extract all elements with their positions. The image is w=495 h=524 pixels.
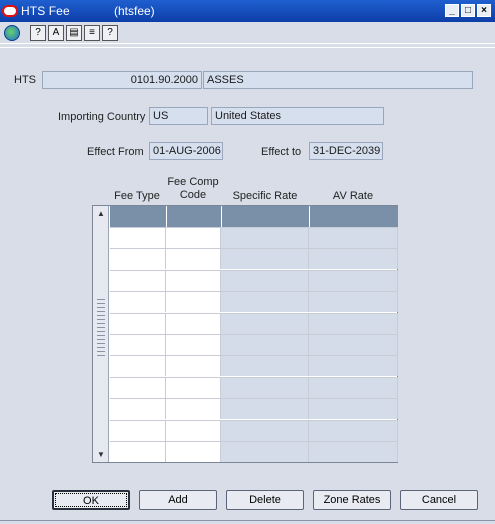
delete-button[interactable]: Delete — [226, 490, 304, 510]
fee-comp-code-cell[interactable] — [166, 270, 221, 291]
hts-description-field[interactable]: ASSES — [203, 71, 473, 89]
column-header-fee-comp-code: Fee Comp Code — [167, 176, 219, 201]
fee-type-cell[interactable] — [110, 313, 166, 334]
table-row[interactable] — [110, 441, 398, 462]
help-icon[interactable]: ? — [30, 25, 46, 41]
effect-from-field[interactable]: 01-AUG-2006 — [149, 142, 223, 160]
table-row[interactable] — [110, 355, 398, 377]
specific-rate-cell[interactable] — [221, 399, 309, 420]
effect-to-field[interactable]: 31-DEC-2039 — [309, 142, 383, 160]
globe-icon[interactable] — [4, 25, 20, 41]
title-bar: HTS Fee (htsfee) _ □ × — [0, 0, 495, 22]
effect-to-label: Effect to — [261, 146, 302, 158]
scroll-up-arrow-icon[interactable]: ▲ — [96, 209, 106, 219]
toolbar-separator — [0, 47, 495, 48]
window-form-name: (htsfee) — [114, 4, 155, 18]
scroll-grip-icon[interactable] — [97, 296, 105, 356]
specific-rate-cell[interactable] — [221, 270, 309, 291]
av-rate-cell[interactable] — [309, 356, 398, 377]
notes-icon[interactable]: ≡ — [84, 25, 100, 41]
column-header-av-rate: AV Rate — [332, 190, 374, 202]
hts-label: HTS — [14, 74, 36, 86]
av-rate-cell[interactable] — [309, 270, 398, 291]
specific-rate-cell[interactable] — [221, 228, 309, 248]
specific-rate-cell[interactable] — [221, 442, 309, 462]
importing-country-name-field[interactable]: United States — [211, 107, 384, 125]
table-row[interactable] — [110, 269, 398, 291]
scroll-down-arrow-icon[interactable]: ▼ — [96, 450, 106, 460]
fee-comp-code-cell[interactable] — [166, 313, 221, 334]
column-header-fee-type: Fee Type — [114, 190, 160, 202]
table-row[interactable] — [110, 227, 398, 248]
fee-comp-code-cell[interactable] — [166, 249, 221, 270]
fee-type-cell[interactable] — [110, 442, 166, 462]
cancel-button[interactable]: Cancel — [400, 490, 478, 510]
table-row[interactable] — [110, 312, 398, 334]
av-rate-cell[interactable] — [309, 228, 398, 248]
importing-country-code-field[interactable]: US — [149, 107, 208, 125]
hts-code-field[interactable]: 0101.90.2000 — [42, 71, 202, 89]
clipboard-icon[interactable]: ▤ — [66, 25, 82, 41]
table-header-row — [110, 206, 398, 227]
fee-comp-code-cell[interactable] — [166, 442, 221, 462]
fee-comp-code-cell[interactable] — [166, 292, 221, 313]
av-rate-cell[interactable] — [309, 377, 398, 398]
oracle-logo-icon — [2, 5, 18, 17]
av-rate-cell[interactable] — [309, 249, 398, 270]
fee-comp-code-cell[interactable] — [166, 377, 221, 398]
importing-country-label: Importing Country — [58, 111, 146, 123]
minimize-button[interactable]: _ — [445, 4, 459, 17]
fee-type-cell[interactable] — [110, 270, 166, 291]
av-rate-cell[interactable] — [309, 442, 398, 462]
specific-rate-cell[interactable] — [221, 420, 309, 441]
table-row[interactable] — [110, 291, 398, 313]
fee-comp-code-cell[interactable] — [166, 335, 221, 355]
fee-type-cell[interactable] — [110, 377, 166, 398]
maximize-button[interactable]: □ — [461, 4, 475, 17]
table-row[interactable] — [110, 419, 398, 441]
fee-type-cell[interactable] — [110, 335, 166, 355]
fee-comp-code-cell[interactable] — [166, 356, 221, 377]
table-scrollbar[interactable]: ▲ ▼ — [93, 206, 109, 462]
av-rate-cell[interactable] — [309, 420, 398, 441]
add-button[interactable]: Add — [139, 490, 217, 510]
specific-rate-cell[interactable] — [221, 335, 309, 355]
fee-type-cell[interactable] — [110, 292, 166, 313]
specific-rate-cell[interactable] — [221, 313, 309, 334]
close-button[interactable]: × — [477, 4, 491, 17]
fee-table: ▲ ▼ — [92, 205, 398, 463]
av-rate-cell[interactable] — [309, 399, 398, 420]
bottom-border — [0, 520, 495, 521]
fee-comp-code-cell[interactable] — [166, 399, 221, 420]
ok-button[interactable]: OK — [52, 490, 130, 510]
fee-type-cell[interactable] — [110, 249, 166, 270]
effect-from-label: Effect From — [87, 146, 144, 158]
table-row[interactable] — [110, 248, 398, 270]
specific-rate-cell[interactable] — [221, 377, 309, 398]
column-header-specific-rate: Specific Rate — [232, 190, 298, 202]
av-rate-cell[interactable] — [309, 335, 398, 355]
table-row[interactable] — [110, 398, 398, 420]
spell-icon[interactable]: A — [48, 25, 64, 41]
specific-rate-cell[interactable] — [221, 356, 309, 377]
av-rate-cell[interactable] — [309, 313, 398, 334]
table-row[interactable] — [110, 334, 398, 355]
fee-type-cell[interactable] — [110, 399, 166, 420]
zone-rates-button[interactable]: Zone Rates — [313, 490, 391, 510]
toolbar: ? A ▤ ≡ ? — [0, 22, 495, 44]
fee-comp-code-cell[interactable] — [166, 420, 221, 441]
av-rate-cell[interactable] — [309, 292, 398, 313]
question-icon[interactable]: ? — [102, 25, 118, 41]
table-row[interactable] — [110, 376, 398, 398]
fee-comp-code-cell[interactable] — [166, 228, 221, 248]
fee-type-cell[interactable] — [110, 228, 166, 248]
window-title: HTS Fee — [21, 4, 70, 18]
fee-type-cell[interactable] — [110, 356, 166, 377]
fee-type-cell[interactable] — [110, 420, 166, 441]
specific-rate-cell[interactable] — [221, 249, 309, 270]
specific-rate-cell[interactable] — [221, 292, 309, 313]
